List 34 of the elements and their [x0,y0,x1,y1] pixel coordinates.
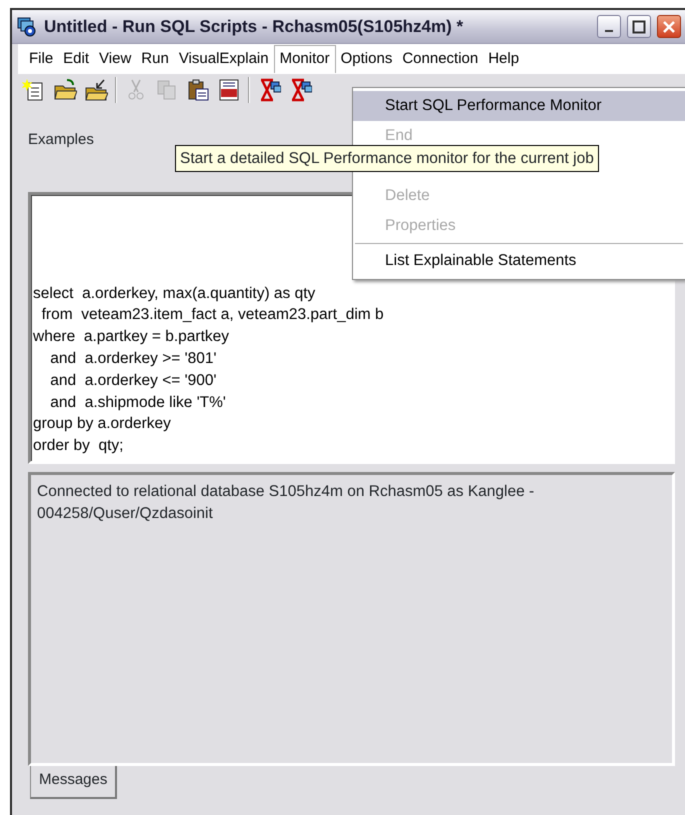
menu-item[interactable]: Help [483,46,524,72]
window-title: Untitled - Run SQL Scripts - Rchasm05(S105hz4m) * [44,16,464,38]
messages-tab[interactable]: Messages [30,766,118,798]
code-line: and a.orderkey >= '801' [49,349,218,370]
menu-item[interactable]: Monitor [274,45,336,73]
examples-label: Examples [28,130,94,150]
maximize-icon [632,20,646,34]
code-line: where a.partkey = b.partkey [33,327,230,348]
open-folder-icon[interactable] [53,78,77,102]
maximize-button[interactable] [627,15,651,38]
menu-item[interactable]: View [94,46,136,72]
menu-item[interactable]: File [24,46,58,72]
code-line: and a.shipmode like 'T%' [49,392,227,413]
close-button[interactable] [657,15,681,38]
code-line: order by qty; [33,436,124,456]
message-text: Connected to relational database S105hz4m on Rchasm05 as Kanglee - 004258/Quser/Qzdasoinit [37,482,536,524]
code-line: group by a.orderkey [33,414,172,434]
minimize-button[interactable] [597,15,621,38]
menu-item[interactable]: Edit [58,46,94,72]
menu-item[interactable]: Options [336,46,398,72]
menu-item[interactable]: List Explainable Statements [353,246,685,276]
menu-item[interactable]: Connection [397,46,484,72]
minimize-icon [605,30,613,32]
sql-document-icon[interactable] [217,78,241,102]
clipboard-icon[interactable] [186,78,210,102]
menu-item[interactable]: Run [136,46,174,72]
code-line: from veteam23.item_fact a, veteam23.part_dim b [40,305,385,326]
close-icon [662,20,676,34]
tooltip: Start a detailed SQL Performance monitor for the current job [175,145,599,172]
menu-item[interactable]: Start SQL Performance Monitor [353,91,685,121]
code-line: and a.orderkey <= '900' [49,370,218,391]
menu-item[interactable]: VisualExplain [174,46,274,72]
code-line: select a.orderkey, max(a.quantity) as qty [33,284,316,304]
folder-arrow-icon[interactable] [84,78,108,102]
